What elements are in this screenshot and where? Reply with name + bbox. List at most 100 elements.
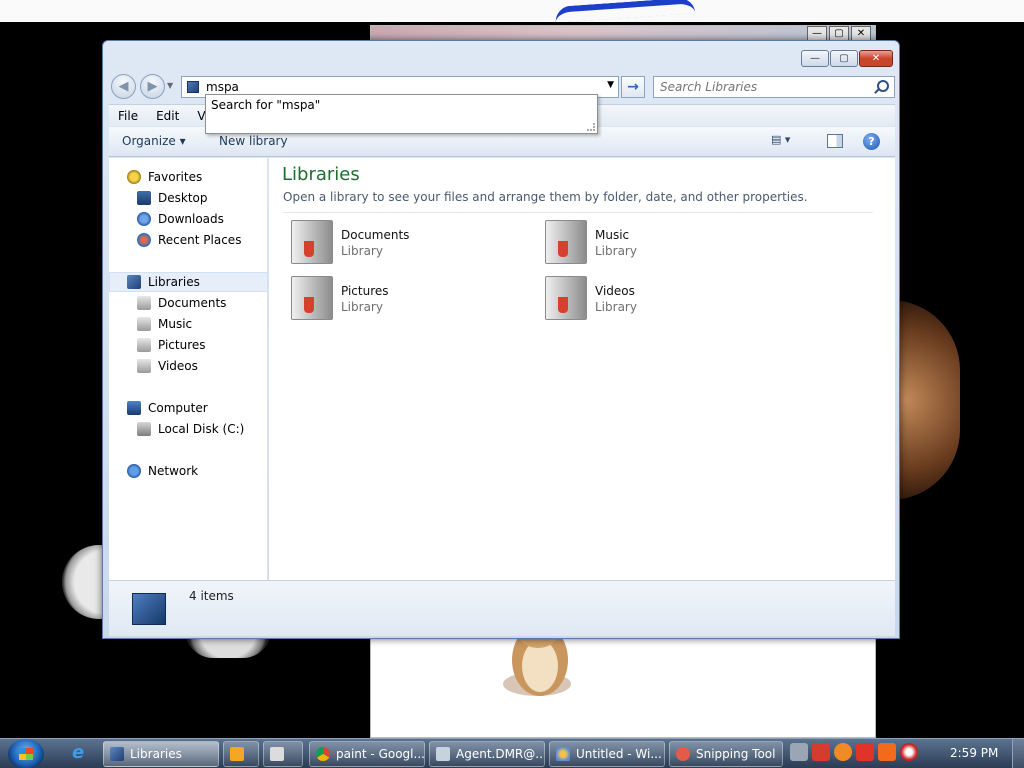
taskbar-item-agent[interactable]: Agent.DMR@...: [429, 741, 545, 767]
taskbar-item-libraries[interactable]: Libraries: [103, 741, 219, 767]
desktop-gadget-orb: [890, 300, 960, 500]
search-input[interactable]: [660, 79, 870, 95]
library-name: Videos: [595, 284, 635, 298]
internet-explorer-icon[interactable]: [66, 742, 92, 766]
sidebar-item-label: Libraries: [148, 275, 200, 289]
preview-pane-icon[interactable]: [827, 134, 843, 148]
cpu-meter-gadget: [62, 545, 106, 619]
taskbar-item-label: Untitled - Wi...: [576, 747, 662, 761]
sidebar-item-computer[interactable]: Computer: [127, 399, 208, 417]
media-player-icon: [230, 747, 244, 761]
sidebar-item-music[interactable]: Music: [137, 315, 192, 333]
libraries-icon: [127, 275, 141, 289]
sidebar-item-network[interactable]: Network: [127, 462, 198, 480]
sidebar-item-local-disk[interactable]: Local Disk (C:): [137, 420, 244, 438]
libraries-large-icon: [132, 593, 166, 625]
library-tile-pictures[interactable]: Pictures Library: [289, 276, 509, 324]
tray-record-icon[interactable]: [878, 743, 896, 761]
sidebar-item-downloads[interactable]: Downloads: [137, 210, 224, 228]
sidebar-item-label: Videos: [158, 359, 198, 373]
new-library-button[interactable]: New library: [219, 134, 288, 148]
help-button[interactable]: ?: [863, 133, 880, 150]
taskbar-item-label: paint - Googl...: [336, 747, 425, 761]
sidebar-item-recent-places[interactable]: Recent Places: [137, 231, 241, 249]
start-button[interactable]: [8, 739, 44, 768]
tray-volume-icon[interactable]: [900, 743, 918, 761]
autocomplete-item-search[interactable]: Search for "mspa": [211, 98, 320, 112]
tray-app-icon[interactable]: [790, 743, 808, 761]
sidebar-item-label: Favorites: [148, 170, 203, 184]
library-type: Library: [595, 300, 637, 314]
sidebar-item-documents[interactable]: Documents: [137, 294, 226, 312]
menu-file[interactable]: File: [109, 109, 147, 123]
taskbar-item-label: Libraries: [130, 747, 182, 761]
sidebar-item-videos[interactable]: Videos: [137, 357, 198, 375]
library-type: Library: [341, 300, 383, 314]
tray-flag-icon[interactable]: [856, 743, 874, 761]
close-button[interactable]: ✕: [859, 50, 893, 67]
videos-library-icon: [137, 359, 151, 373]
header-divider: [283, 212, 873, 213]
desktop-icon: [137, 191, 151, 205]
navigation-pane: Favorites Desktop Downloads Recent Place…: [109, 158, 268, 580]
menu-edit[interactable]: Edit: [147, 109, 188, 123]
library-tile-documents[interactable]: Documents Library: [289, 220, 509, 268]
address-autocomplete-dropdown: Search for "mspa": [205, 94, 598, 134]
sidebar-item-label: Music: [158, 317, 193, 331]
pictures-library-icon: [137, 338, 151, 352]
page-title: Libraries: [282, 164, 360, 185]
maximize-button[interactable]: ▢: [830, 50, 858, 67]
library-name: Pictures: [341, 284, 389, 298]
minimize-button[interactable]: —: [801, 50, 829, 67]
music-library-icon: [545, 220, 587, 264]
forward-button[interactable]: ▶: [140, 74, 165, 99]
sidebar-item-libraries[interactable]: Libraries: [109, 272, 268, 292]
go-button[interactable]: →: [621, 76, 645, 98]
paint-icon: [556, 747, 570, 761]
bg-maximize-button[interactable]: ▢: [829, 26, 849, 41]
sidebar-item-pictures[interactable]: Pictures: [137, 336, 206, 354]
taskbar-item-paint[interactable]: Untitled - Wi...: [549, 741, 665, 767]
pictures-library-icon: [291, 276, 333, 320]
organize-button[interactable]: Organize ▾: [122, 134, 186, 148]
taskbar-item-calculator[interactable]: [263, 741, 303, 767]
computer-icon: [127, 401, 141, 415]
library-name: Music: [595, 228, 630, 242]
taskbar-item-chrome[interactable]: paint - Googl...: [309, 741, 425, 767]
back-button[interactable]: ◀: [111, 74, 136, 99]
address-dropdown-icon[interactable]: ▼: [607, 80, 614, 90]
search-box[interactable]: [653, 76, 895, 98]
tray-shield-icon[interactable]: [812, 743, 830, 761]
details-pane: 4 items: [109, 580, 895, 636]
recent-places-icon: [137, 233, 151, 247]
library-tile-music[interactable]: Music Library: [543, 220, 763, 268]
search-icon[interactable]: [877, 80, 889, 92]
window-controls: — ▢ ✕: [801, 50, 893, 67]
content-pane: Libraries Open a library to see your fil…: [269, 158, 895, 580]
resize-grip-icon[interactable]: [587, 123, 595, 131]
change-view-button[interactable]: ▤ ▾: [771, 133, 801, 151]
agent-window-icon: [436, 747, 450, 761]
taskbar-item-media-player[interactable]: [223, 741, 259, 767]
sidebar-item-favorites[interactable]: Favorites: [127, 168, 202, 186]
library-name: Documents: [341, 228, 410, 242]
show-desktop-button[interactable]: [1012, 739, 1024, 768]
library-type: Library: [595, 244, 637, 258]
page-subtitle: Open a library to see your files and arr…: [283, 190, 808, 204]
sidebar-item-label: Desktop: [158, 191, 208, 205]
hard-disk-icon: [137, 422, 151, 436]
address-input[interactable]: [206, 79, 586, 95]
recent-pages-dropdown-icon[interactable]: ▼: [167, 81, 173, 90]
notification-area: [790, 743, 918, 761]
sidebar-item-desktop[interactable]: Desktop: [137, 189, 208, 207]
music-library-icon: [137, 317, 151, 331]
taskbar-item-snipping-tool[interactable]: Snipping Tool: [669, 741, 783, 767]
library-tile-videos[interactable]: Videos Library: [543, 276, 763, 324]
libraries-icon: [110, 747, 124, 761]
clock[interactable]: 2:59 PM: [950, 746, 998, 760]
paint-scribble: [554, 0, 696, 23]
scissors-icon: [676, 747, 690, 761]
bg-minimize-button[interactable]: —: [807, 26, 827, 41]
tray-search-icon[interactable]: [834, 743, 852, 761]
bg-close-button[interactable]: ✕: [851, 26, 871, 41]
